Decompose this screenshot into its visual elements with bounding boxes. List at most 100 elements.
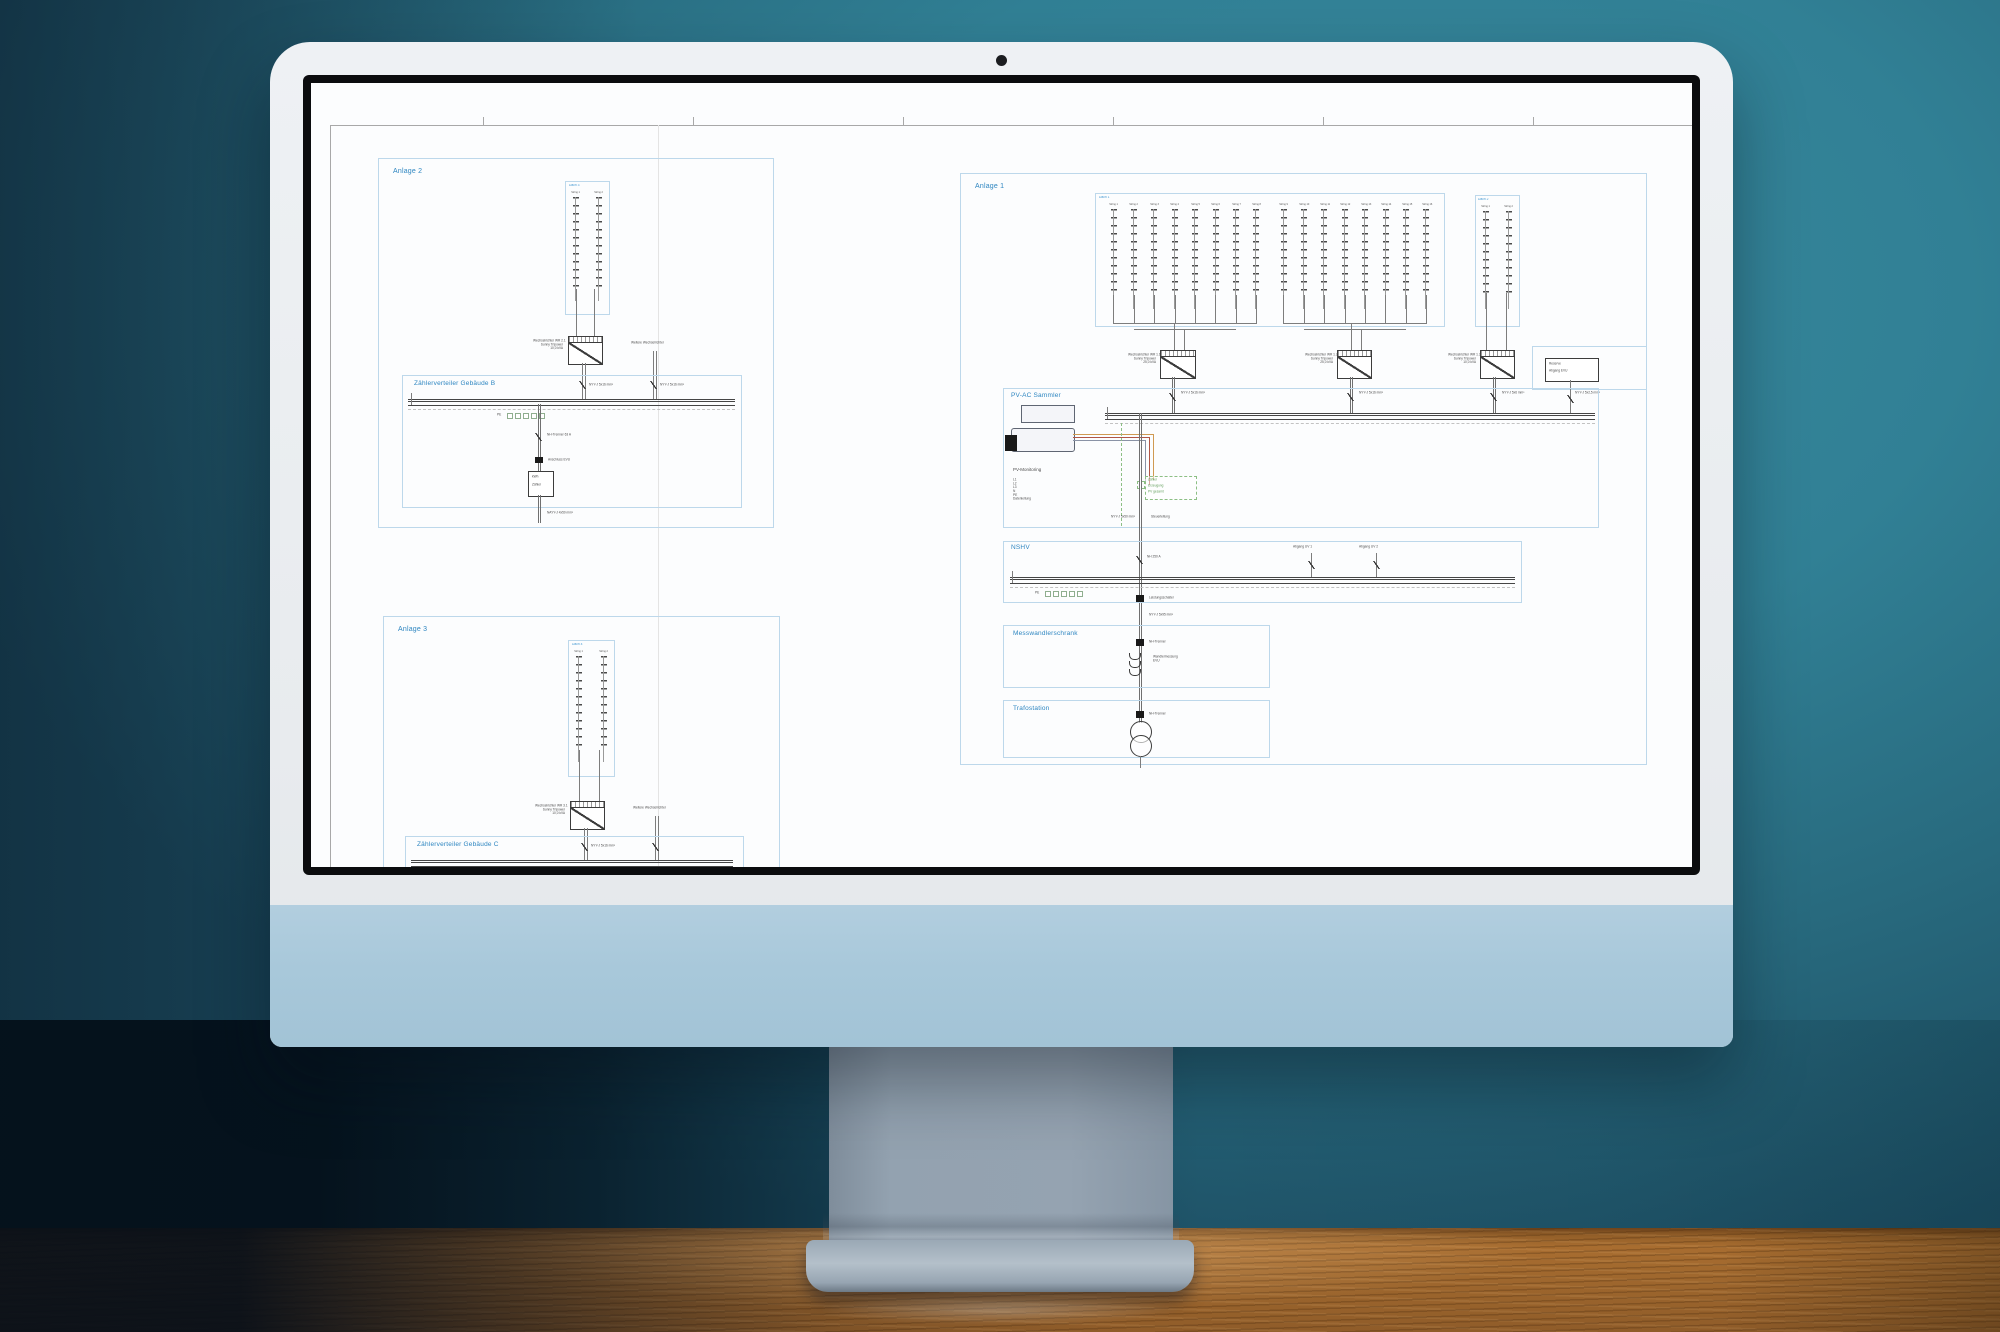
feeder-label: Abgang UV 1 [1293,545,1312,549]
wire-legend: L1L2 L3N PEDatenleitung [1013,478,1031,501]
transformer-winding-2 [1130,735,1152,757]
pv-string: String 15 [1398,203,1415,295]
pv-string: String 2 [1500,205,1517,295]
busbar [1010,577,1515,584]
green-box-text: Zähler [1148,478,1157,482]
inverter-anlage2-text: Wechselrichter WR 2.1 Sunny Tripower 10,… [533,339,563,351]
control-line-green [1121,423,1122,526]
pv-string: String 2 [1125,203,1142,295]
pv-string-label: String 14 [1381,203,1390,205]
inverter-anlage3 [570,801,605,830]
dc-wire [1256,295,1257,323]
pv-string-chain [601,656,607,748]
zv-b-title: Zählerverteiler Gebäude B [414,380,495,387]
panel-pv-ac-sammler [1003,388,1599,528]
pv-string-chain [1342,209,1348,295]
pv-ac-title: PV-AC Sammler [1011,392,1061,399]
pv-string-chain [1233,209,1239,295]
pv-string-chain [573,197,579,287]
inverter-3 [1480,350,1515,379]
feeder-label: Abgang UV 2 [1359,545,1378,549]
imac-monitor: Anlage 2 Dach 3 String 1 String 2 Wechse… [270,42,1733,1047]
pv-string: String 1 [1105,203,1122,295]
dc-wire [1184,329,1185,350]
pv-string-chain [1253,209,1259,295]
inverter-1 [1160,350,1196,379]
dc-wire [1113,295,1114,323]
dc-wire [1195,295,1196,323]
pv-string-label: String 2 [594,191,603,193]
dc-wire [1406,295,1407,323]
inverter-1-text: Wechselrichter WR 1.1 Sunny Tripower 25,… [1128,353,1156,365]
dc-wire [1175,295,1176,323]
monitoring-controller [1011,428,1075,452]
green-box-text: Erzeugung [1148,484,1163,488]
dc-wire [1236,295,1237,323]
dc-wire [1345,295,1346,323]
sheet-tick [1323,117,1324,125]
pv-string-chain [1281,209,1287,295]
pv-string: String 1 [570,650,587,748]
pv-string: String 4 [1166,203,1183,295]
ct-label: WandlermessungEVU [1153,655,1178,663]
reserve-text: Abgang EVU [1549,369,1567,373]
pv-string-chain [1301,209,1307,295]
pv-string-label: String 15 [1402,203,1411,205]
pe-label: PE [1035,591,1039,595]
pv-string-chain [1192,209,1198,295]
pv-string: String 7 [1228,203,1245,295]
dc-wire [1154,295,1155,323]
feeder-note: Weitere Wechselrichter [633,806,666,810]
pv-string-label: String 2 [1130,203,1139,205]
pv-string-chain [1383,209,1389,295]
busbar [408,399,735,406]
trafo-title: Trafostation [1013,705,1049,712]
pv-string: String 6 [1207,203,1224,295]
pv-string: String 16 [1418,203,1435,295]
pv-string: String 2 [590,191,607,287]
pv-string-chain [1362,209,1368,295]
switch-label: Leistungsschalter [1149,596,1174,600]
pv-string-label: String 4 [1171,203,1180,205]
breaker-label: NH 250 A [1147,555,1161,559]
dc-wire [1486,293,1487,350]
cable-label: NYY-J 5x50 mm² [1111,515,1135,519]
screen: Anlage 2 Dach 3 String 1 String 2 Wechse… [311,83,1692,867]
connector-label: Anschluss EVU [548,458,570,462]
breaker-slash [1308,561,1315,569]
dc-collector [1134,329,1236,330]
busbar [411,860,733,867]
pv-string-label: String 2 [1504,205,1513,207]
mws-title: Messwandlerschrank [1013,630,1078,637]
pv-string-label: String 7 [1232,203,1241,205]
inverter-2 [1337,350,1372,379]
imac-stand-neck [829,1047,1173,1247]
anlage2-strings: String 1 String 2 [567,191,607,287]
pv-string: String 11 [1316,203,1333,295]
sheet-tick [903,117,904,125]
pv-string: String 2 [595,650,612,748]
panel-anlage-3-title: Anlage 3 [398,626,427,633]
anlage3-strings: String 1 String 2 [570,650,612,748]
pe-dashed-line [1105,423,1595,424]
meter-text: kWh [532,475,538,479]
generation-meter-box: Zähler Erzeugung PV gesamt [1145,476,1197,500]
pv-string: String 12 [1336,203,1353,295]
pv-string-label: String 8 [1252,203,1261,205]
breaker-slash [1373,561,1380,569]
dc-wire [1304,295,1305,323]
pv-string-chain [1423,209,1429,295]
monitoring-gateway [1021,405,1075,423]
bus-end-tick [1107,407,1108,419]
pv-string-label: String 12 [1341,203,1350,205]
imac-stand-base [806,1240,1194,1292]
wire-orange [1153,434,1154,480]
dc-collector [1283,323,1427,324]
pv-string: String 1 [567,191,584,287]
sheet-tick [1533,117,1534,125]
dc-wire [599,750,600,801]
inverter-anlage2 [568,336,603,365]
anlage1-strings-a: String 1 String 2 String 3 String 4 Stri… [1105,203,1265,295]
pv-string-label: String 1 [1481,205,1490,207]
pv-string-label: String 11 [1320,203,1329,205]
